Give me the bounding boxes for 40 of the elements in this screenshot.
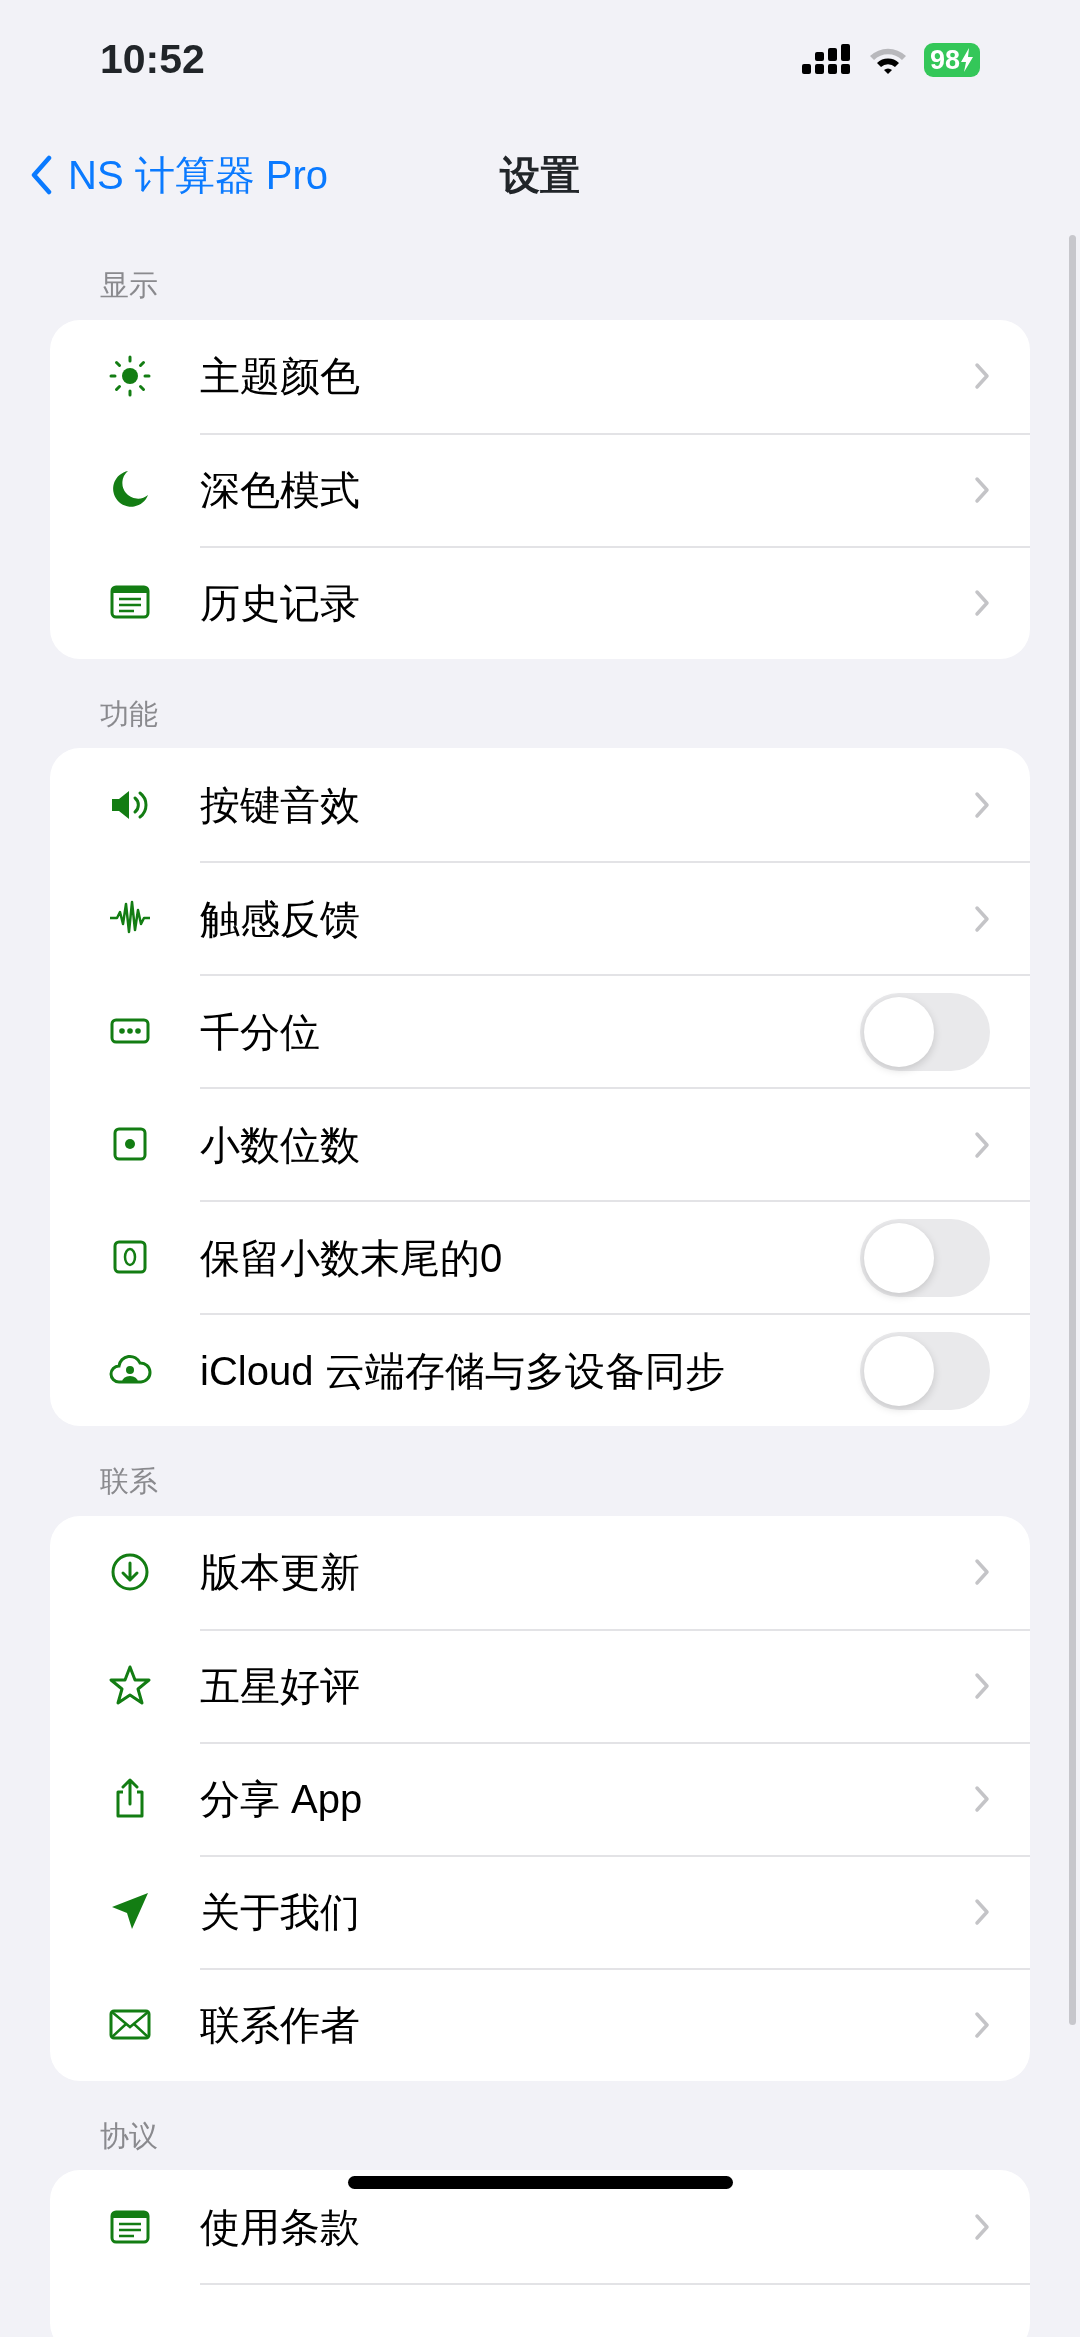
setting-label: 触感反馈: [200, 895, 360, 943]
chevron-icon[interactable]: [974, 790, 990, 819]
setting-label: iCloud 云端存储与多设备同步: [200, 1347, 725, 1395]
chevron-icon[interactable]: [974, 1898, 990, 1926]
section-header: 协议: [99, 2118, 159, 2154]
setting-label: 小数位数: [200, 1121, 360, 1169]
chevron-icon[interactable]: [974, 1558, 990, 1586]
setting-label: 深色模式: [200, 467, 360, 514]
setting-label: 联系作者: [200, 2002, 360, 2049]
section-header: 显示: [99, 268, 159, 303]
section-header: 联系: [99, 1464, 159, 1499]
chevron-icon[interactable]: [974, 1672, 990, 1700]
setting-label: 千分位: [200, 1008, 320, 1056]
section-header: 功能: [99, 696, 159, 732]
setting-label: 分享 App: [200, 1776, 363, 1823]
status-time: 10:52: [100, 35, 205, 85]
battery-indicator: 98: [923, 43, 980, 77]
chevron-icon[interactable]: [974, 904, 990, 933]
sun-icon: [108, 354, 152, 398]
back-chevron-icon: [30, 155, 52, 195]
setting-label: 历史记录: [200, 580, 360, 627]
chevron-icon[interactable]: [974, 2011, 990, 2039]
chevron-icon[interactable]: [974, 362, 990, 390]
star-icon: [108, 1663, 152, 1707]
back-button[interactable]: NS 计算器 Pro: [30, 145, 329, 205]
signal-icon: [801, 44, 852, 76]
bolt-icon: [960, 48, 974, 72]
setting-label: 五星好评: [200, 1663, 360, 1710]
setting-label: 版本更新: [200, 1549, 360, 1596]
chevron-icon[interactable]: [974, 1130, 990, 1159]
setting-label: 按键音效: [200, 781, 360, 829]
chevron-icon[interactable]: [974, 589, 990, 617]
setting-label: 保留小数末尾的0: [200, 1234, 503, 1282]
setting-label: 关于我们: [200, 1889, 360, 1936]
page-title: 设置: [500, 152, 580, 199]
chevron-icon[interactable]: [974, 476, 990, 504]
chevron-icon[interactable]: [974, 1785, 990, 1813]
setting-label: 主题颜色: [200, 353, 360, 400]
setting-label: 使用条款: [200, 2203, 360, 2251]
chevron-icon[interactable]: [974, 2212, 990, 2241]
